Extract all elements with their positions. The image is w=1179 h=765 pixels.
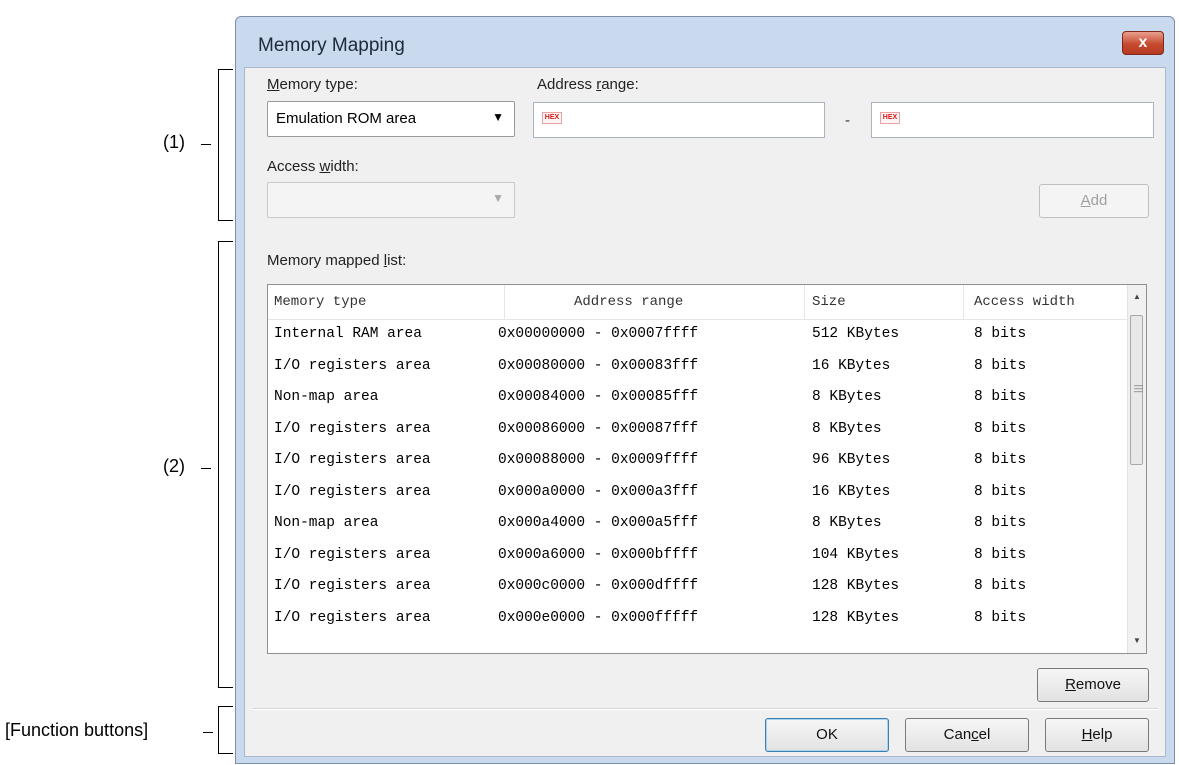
dropdown-arrow-icon: ▼ [492, 191, 504, 205]
list-header: Memory type Address range Size Access wi… [268, 285, 1130, 320]
row-size: 104 KBytes [812, 546, 900, 563]
row-address-range: 0x00084000 - 0x00085fff [498, 389, 699, 405]
memory-mapped-list[interactable]: Memory type Address range Size Access wi… [267, 284, 1147, 654]
column-separator [963, 285, 964, 319]
row-address-range: 0x00088000 - 0x0009ffff [498, 452, 699, 468]
dialog-title: Memory Mapping [258, 35, 405, 56]
help-button[interactable]: Help [1045, 718, 1149, 752]
row-memory-type: Non-map area [274, 515, 379, 531]
row-address-range: 0x000c0000 - 0x000dffff [498, 578, 699, 594]
row-memory-type: I/O registers area [274, 609, 431, 626]
table-row[interactable]: I/O registers area 0x000e0000 - 0x000ffff… [268, 607, 1130, 631]
row-size: 16 KBytes [812, 357, 891, 374]
table-row[interactable]: I/O registers area 0x00086000 - 0x00087ff… [268, 418, 1130, 442]
row-address-range: 0x00086000 - 0x00087fff [498, 420, 699, 437]
scroll-up-arrow-icon[interactable]: ▲ [1128, 288, 1146, 306]
row-size: 128 KBytes [812, 609, 900, 626]
dialog-client-area: Memory type: Emulation ROM area ▼ Addres… [244, 67, 1166, 757]
row-size: 8 KBytes [812, 420, 882, 437]
row-access-width: 8 bits [974, 609, 1027, 626]
row-address-range: 0x000a4000 - 0x000a5fff [498, 515, 699, 531]
annotation-function-buttons: [Function buttons] [5, 720, 149, 740]
row-access-width: 8 bits [974, 420, 1027, 437]
annotation-bracket-2 [218, 241, 233, 688]
scrollbar-thumb[interactable]: — — — [1130, 315, 1143, 465]
table-row[interactable]: Non-map area 0x000a4000 - 0x000a5fff 8 KBy… [268, 512, 1130, 536]
row-size: 96 KBytes [812, 452, 891, 468]
row-memory-type: I/O registers area [274, 578, 431, 594]
row-size: 512 KBytes [812, 326, 900, 342]
row-access-width: 8 bits [974, 357, 1027, 374]
remove-button[interactable]: Remove [1037, 668, 1149, 702]
row-address-range: 0x000e0000 - 0x000fffff [498, 609, 699, 626]
grip-icon: — — — [1134, 380, 1143, 396]
row-address-range: 0x000a0000 - 0x000a3fff [498, 483, 699, 500]
ok-button[interactable]: OK [765, 718, 889, 752]
column-header-memory-type[interactable]: Memory type [274, 294, 366, 310]
scroll-down-arrow-icon[interactable]: ▼ [1128, 632, 1146, 650]
table-row[interactable]: I/O registers area 0x000c0000 - 0x000dfff… [268, 575, 1130, 599]
row-access-width: 8 bits [974, 546, 1027, 563]
row-size: 8 KBytes [812, 389, 882, 405]
table-row[interactable]: Internal RAM area 0x00000000 - 0x0007ffff… [268, 323, 1130, 347]
memory-type-selected-value: Emulation ROM area [276, 110, 417, 127]
dropdown-arrow-icon: ▼ [492, 110, 504, 124]
row-memory-type: I/O registers area [274, 483, 431, 500]
row-access-width: 8 bits [974, 452, 1027, 468]
table-row[interactable]: I/O registers area 0x00088000 - 0x0009fff… [268, 449, 1130, 473]
row-size: 128 KBytes [812, 578, 900, 594]
annotation-tick-1 [201, 144, 211, 145]
access-width-select[interactable]: ▼ [267, 182, 515, 218]
memory-type-label: Memory type: [267, 76, 358, 93]
annotation-tick-2 [201, 468, 211, 469]
column-separator [804, 285, 805, 319]
row-memory-type: I/O registers area [274, 546, 431, 563]
title-bar: Memory Mapping x [236, 17, 1174, 73]
row-access-width: 8 bits [974, 326, 1027, 342]
row-access-width: 8 bits [974, 389, 1027, 405]
memory-mapping-dialog: Memory Mapping x Memory type: Emulation … [235, 16, 1175, 764]
table-row[interactable]: I/O registers area 0x00080000 - 0x00083ff… [268, 355, 1130, 379]
address-range-label: Address range: [537, 76, 639, 93]
address-range-separator: - [845, 112, 850, 129]
close-icon: x [1138, 34, 1148, 51]
annotation-section-1: (1) [163, 132, 185, 152]
table-row[interactable]: Non-map area 0x00084000 - 0x00085fff 8 KBy… [268, 386, 1130, 410]
annotation-bracket-3 [218, 706, 233, 754]
access-width-label: Access width: [267, 158, 359, 175]
row-memory-type: I/O registers area [274, 420, 431, 437]
table-row[interactable]: I/O registers area 0x000a6000 - 0x000bfff… [268, 544, 1130, 568]
row-size: 8 KBytes [812, 515, 882, 531]
hex-icon: HEX [880, 112, 900, 124]
row-address-range: 0x00000000 - 0x0007ffff [498, 326, 699, 342]
address-end-input[interactable]: HEX [871, 102, 1154, 138]
row-memory-type: I/O registers area [274, 452, 431, 468]
row-memory-type: Internal RAM area [274, 326, 422, 342]
cancel-button[interactable]: Cancel [905, 718, 1029, 752]
column-header-access-width[interactable]: Access width [974, 294, 1075, 310]
hex-icon: HEX [542, 112, 562, 124]
annotation-section-2: (2) [163, 456, 185, 476]
column-header-address-range[interactable]: Address range [574, 294, 683, 310]
row-access-width: 8 bits [974, 578, 1027, 594]
row-access-width: 8 bits [974, 515, 1027, 531]
table-row[interactable]: I/O registers area 0x000a0000 - 0x000a3ff… [268, 481, 1130, 505]
button-separator [253, 708, 1158, 710]
memory-type-select[interactable]: Emulation ROM area ▼ [267, 101, 515, 137]
row-memory-type: I/O registers area [274, 357, 431, 374]
row-address-range: 0x000a6000 - 0x000bffff [498, 546, 699, 563]
list-scrollbar[interactable]: ▲ — — — ▼ [1127, 285, 1146, 653]
add-button[interactable]: Add [1039, 184, 1149, 218]
column-separator [504, 285, 505, 319]
address-start-input[interactable]: HEX [533, 102, 825, 138]
row-memory-type: Non-map area [274, 389, 379, 405]
column-header-size[interactable]: Size [812, 294, 846, 310]
annotation-tick-3 [203, 732, 213, 733]
annotation-bracket-1 [218, 69, 233, 221]
row-address-range: 0x00080000 - 0x00083fff [498, 357, 699, 374]
row-access-width: 8 bits [974, 483, 1027, 500]
row-size: 16 KBytes [812, 483, 891, 500]
memory-mapped-list-label: Memory mapped list: [267, 252, 407, 269]
close-button[interactable]: x [1122, 31, 1164, 55]
